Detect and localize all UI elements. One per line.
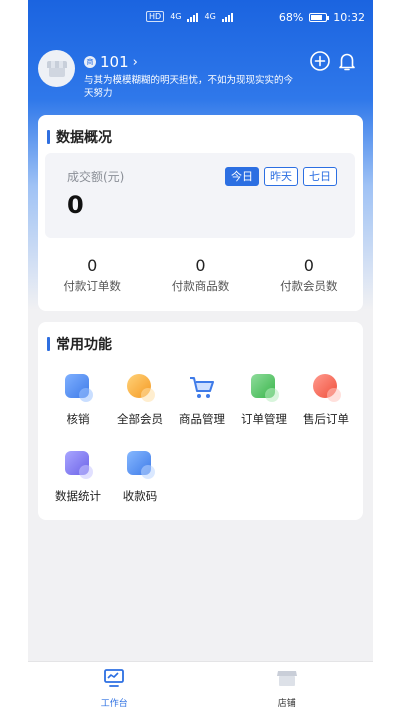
function-product-management[interactable]: 商品管理	[171, 372, 233, 427]
store-avatar-icon	[46, 60, 67, 77]
shop-name-row[interactable]: 商 101 ›	[84, 53, 138, 71]
function-label: 售后订单	[303, 412, 349, 426]
tab-label: 店铺	[277, 699, 296, 709]
notification-button[interactable]	[336, 50, 358, 72]
bell-icon	[339, 53, 355, 71]
cart-icon	[187, 372, 217, 402]
title-accent-bar	[47, 337, 50, 351]
overview-title-text: 数据概况	[56, 130, 112, 146]
signal-icon	[187, 12, 199, 22]
battery-percent: 68%	[278, 11, 304, 24]
stat-label: 付款会员数	[280, 279, 338, 293]
function-label: 核销	[66, 412, 90, 426]
function-label: 数据统计	[55, 489, 101, 503]
date-range-selector: 今日 昨天 七日	[225, 167, 337, 186]
network-type-left: 4G	[170, 12, 182, 21]
qrcode-icon	[125, 449, 155, 479]
tab-workbench[interactable]: 工作台	[28, 662, 201, 711]
common-functions-card: 常用功能 核销 全部会员 商品管理 订单管理 售后订单 数据统计 收款码	[38, 322, 363, 520]
stat-paid-members[interactable]: 0 付款会员数	[255, 257, 363, 294]
tab-label: 工作台	[100, 699, 128, 709]
range-yesterday-button[interactable]: 昨天	[264, 167, 298, 186]
shop-name: 101	[100, 53, 129, 71]
plus-circle-icon	[310, 51, 330, 71]
stat-value: 0	[303, 256, 314, 275]
overview-title: 数据概况	[47, 127, 112, 147]
network-indicators: HD 4G 4G	[146, 11, 233, 22]
shop-motto: 与其为模模糊糊的明天担忧，不如为现现实实的今天努力	[84, 75, 294, 99]
function-verify[interactable]: 核销	[47, 372, 109, 427]
range-7days-button[interactable]: 七日	[303, 167, 337, 186]
stat-value: 0	[195, 256, 206, 275]
sim-icon: HD	[146, 11, 165, 22]
status-bar: HD 4G 4G 68% 10:32	[28, 0, 373, 36]
status-right: 68% 10:32	[279, 11, 365, 24]
stat-paid-products[interactable]: 0 付款商品数	[146, 257, 254, 294]
function-payment-code[interactable]: 收款码	[109, 449, 171, 504]
function-label: 订单管理	[241, 412, 287, 426]
stat-paid-orders[interactable]: 0 付款订单数	[38, 257, 146, 294]
stat-value: 0	[87, 256, 98, 275]
bottom-tab-bar: 工作台 店铺	[28, 661, 373, 711]
network-type-right: 4G	[204, 12, 216, 21]
aftersale-icon	[311, 372, 341, 402]
data-overview-card: 数据概况 成交额(元) 0 今日 昨天 七日 0 付款订单数 0 付款商品数 0…	[38, 115, 363, 311]
function-label: 全部会员	[117, 412, 163, 426]
tab-store[interactable]: 店铺	[201, 662, 374, 711]
stat-label: 付款商品数	[171, 279, 230, 293]
store-icon	[276, 671, 297, 686]
order-icon	[249, 372, 279, 402]
function-data-statistics[interactable]: 数据统计	[47, 449, 109, 504]
sales-panel: 成交额(元) 0 今日 昨天 七日	[45, 153, 355, 238]
monitor-icon	[104, 669, 125, 687]
battery-icon	[309, 13, 330, 22]
avatar[interactable]	[38, 50, 75, 87]
function-label: 商品管理	[179, 412, 225, 426]
range-today-button[interactable]: 今日	[225, 167, 259, 186]
stat-label: 付款订单数	[63, 279, 121, 293]
app-screen: HD 4G 4G 68% 10:32 商 101 › 与其为模模糊糊的明天担忧，…	[28, 0, 373, 711]
functions-title-text: 常用功能	[56, 337, 112, 353]
function-order-management[interactable]: 订单管理	[233, 372, 295, 427]
sales-value: 0	[67, 191, 84, 219]
signal-icon-2	[221, 12, 233, 22]
members-icon	[125, 372, 155, 402]
function-after-sale-orders[interactable]: 售后订单	[295, 372, 357, 427]
clock: 10:32	[333, 11, 365, 24]
title-accent-bar	[47, 130, 50, 144]
function-all-members[interactable]: 全部会员	[109, 372, 171, 427]
sales-label: 成交额(元)	[67, 170, 125, 184]
function-label: 收款码	[122, 489, 158, 503]
stats-row: 0 付款订单数 0 付款商品数 0 付款会员数	[38, 257, 363, 294]
stats-icon	[63, 449, 93, 479]
merchant-badge: 商	[84, 56, 96, 68]
add-button[interactable]	[309, 50, 331, 72]
functions-title: 常用功能	[47, 334, 112, 354]
chevron-right-icon: ›	[132, 54, 138, 70]
verify-icon	[63, 372, 93, 402]
